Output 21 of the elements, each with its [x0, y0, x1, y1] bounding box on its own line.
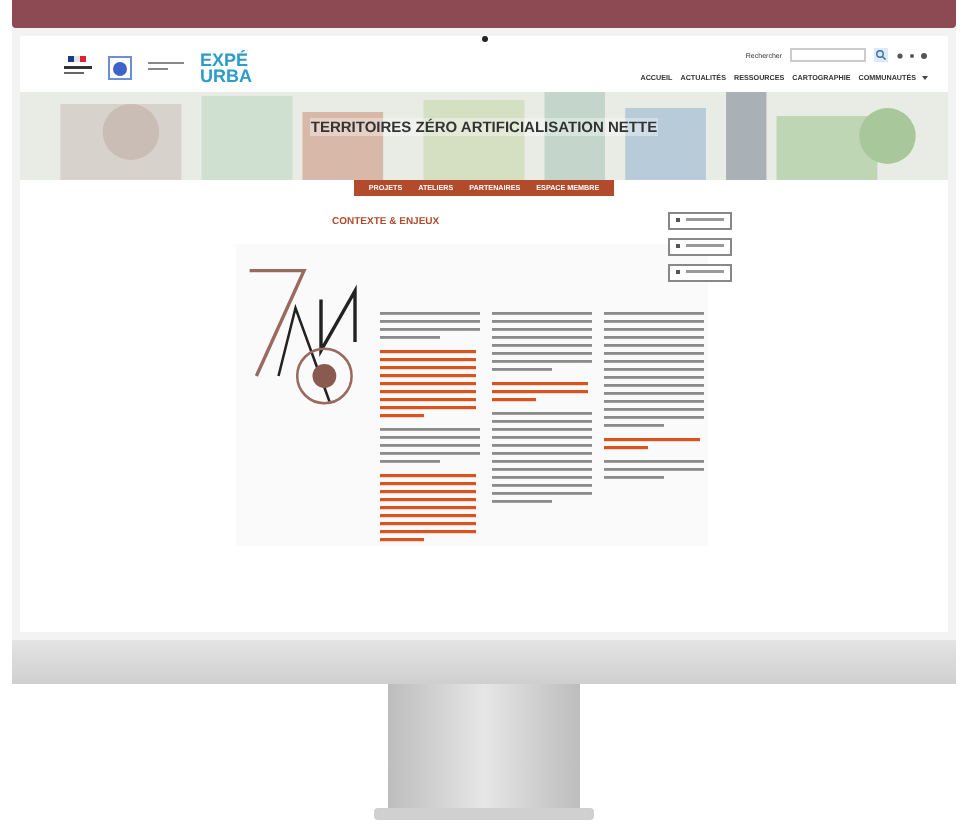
brand-logo-text[interactable]: URBA: [200, 67, 252, 83]
button-label-drawing: [676, 244, 724, 250]
caret-icon: [922, 76, 928, 80]
download-button[interactable]: [668, 238, 732, 256]
download-button[interactable]: [668, 212, 732, 230]
button-label-drawing: [676, 218, 724, 224]
button-label-drawing: [676, 270, 724, 276]
emblem-logo-icon: [108, 55, 132, 79]
download-button[interactable]: [668, 264, 732, 282]
search-field[interactable]: [790, 48, 866, 62]
text-lines-drawing: [380, 428, 484, 468]
text-lines-drawing: [492, 412, 596, 508]
social-icons-drawing[interactable]: [896, 51, 928, 59]
brand-logo-text[interactable]: EXPÉ: [200, 51, 252, 67]
flag-logo-icon: [64, 55, 92, 79]
text-lines-drawing: [604, 460, 708, 484]
text-lines-drawing: [604, 312, 708, 432]
text-lines-drawing: [380, 312, 484, 344]
search-icon[interactable]: [874, 48, 888, 62]
text-lines-drawing: [492, 312, 596, 376]
agency-name-drawing: [148, 61, 184, 73]
